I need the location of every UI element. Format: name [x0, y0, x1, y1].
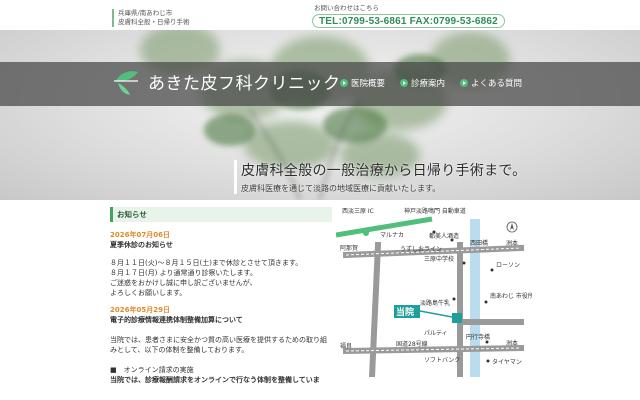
news-bullet: ■ オンライン請求の実施: [110, 366, 194, 374]
map-label-sumoto-2: 洲本: [506, 339, 518, 347]
arrow-circle-icon: [400, 79, 409, 87]
nav-label: よくある質問: [471, 79, 523, 89]
hero-banner: あきた皮フ科クリニック 医院概要 診療案内 よくある質問 皮膚科全般の一般治療か…: [0, 30, 640, 200]
tagline-sub: 皮膚科医療を通じて淡路の地域医療に貢献いたします。: [241, 184, 441, 193]
tagline-main: 皮膚科全般の一般治療から日帰り手術まで。: [241, 163, 527, 179]
clinic-name: あきた皮フ科クリニック: [148, 73, 341, 94]
arrow-circle-icon: [340, 79, 348, 87]
map-label-uzushio: うずしおライン: [400, 245, 442, 253]
nav-label: 診療案内: [411, 79, 446, 89]
map-label-anaga: 阿那賀: [340, 244, 358, 252]
map-label-paltie: パルティ: [424, 330, 448, 337]
map-label-school: 三原中学校: [424, 255, 454, 263]
news-date: 2026年05月29日: [110, 306, 170, 314]
clinic-marker: [452, 313, 462, 323]
news-body-line: 当院では、診療報酬請求をオンラインで行なう体制を整備していま: [110, 376, 320, 384]
news-body-line: 当院では、患者さまに安全かつ質の高い医療を提供するための取り組: [110, 336, 327, 344]
region-line-2: 皮膚科全般・日帰り手術: [118, 18, 190, 26]
clinic-logo[interactable]: あきた皮フ科クリニック: [112, 66, 341, 96]
news-title[interactable]: 電子的診療情報連携体制整備加算について: [110, 315, 332, 325]
contact-label: お問い合わせはこちら: [314, 4, 379, 12]
hero-tagline: 皮膚科全般の一般治療から日帰り手術まで。 皮膚科医療を通じて淡路の地域医療に貢献…: [234, 160, 526, 194]
contact-phone-box[interactable]: TEL:0799-53-6861 FAX:0799-53-6862: [312, 14, 505, 28]
arrow-circle-icon: [460, 79, 469, 87]
map-label-marunaka: マルナカ: [380, 232, 404, 239]
news-body-line: ご迷惑をおかけし誠に申し訳ございませんが、: [110, 279, 257, 287]
map-label-milk: 淡路島牛乳: [420, 299, 450, 307]
nav-label: 医院概要: [351, 79, 386, 89]
contact-phones[interactable]: TEL:0799-53-6861 FAX:0799-53-6862: [319, 16, 498, 27]
news-heading: お知らせ: [110, 207, 332, 222]
nav-clinic-overview[interactable]: 医院概要: [340, 77, 385, 89]
map-label-route28: 国道28号線: [396, 340, 428, 348]
map-label-sumoto-1: 洲本: [506, 239, 518, 247]
nav-treatment-info[interactable]: 診療案内: [400, 77, 445, 89]
news-body-line: ８月１１日(火)～８月１５日(土)まで休診とさせて頂きます。: [110, 259, 303, 267]
leaf-logo-icon: [114, 71, 138, 95]
news-date: 2026年07月06日: [110, 231, 170, 239]
global-nav: 医院概要 診療案内 よくある質問: [340, 77, 522, 89]
map-label-tireman: タイヤマン: [492, 358, 522, 366]
map-label-toshibijin: 都美人酒造: [429, 232, 459, 240]
map-label-enkoji: 円行寺橋: [466, 333, 490, 341]
ic-marker: [363, 230, 369, 236]
news-section: お知らせ 2026年07月06日 夏季休診のお知らせ ８月１１日(火)～８月１５…: [110, 207, 332, 385]
map-label-clinic: 当院: [396, 306, 414, 318]
region-info: 兵庫県/南あわじ市 皮膚科全般・日帰り手術: [112, 9, 190, 27]
map-label-expressway: 神戸淡路鳴門 自動車道: [404, 207, 466, 215]
news-body-line: よろしくお願いします。: [110, 289, 187, 297]
access-map[interactable]: 当院 西淡三原 IC 神戸淡路鳴門 自動車道 マルナカ 都美人酒造 西田橋 うず…: [336, 205, 532, 377]
map-label-ic: 西淡三原 IC: [342, 208, 374, 215]
map-label-city-hall: 南あわじ 市役所: [490, 292, 532, 300]
nav-faq[interactable]: よくある質問: [460, 77, 522, 89]
contact-info: お問い合わせはこちら TEL:0799-53-6861 FAX:0799-53-…: [312, 2, 505, 28]
news-body-line: ８月１７日(月) より通常通り診察いたします。: [110, 269, 257, 277]
top-info-bar: 兵庫県/南あわじ市 皮膚科全般・日帰り手術 お問い合わせはこちら TEL:079…: [0, 0, 640, 30]
news-body-line: みとして、以下の体制を整備しております。: [110, 346, 249, 354]
map-label-nishida-bridge: 西田橋: [470, 239, 488, 247]
news-title[interactable]: 夏季休診のお知らせ: [110, 240, 332, 250]
news-list: 2026年07月06日 夏季休診のお知らせ ８月１１日(火)～８月１５日(土)ま…: [110, 222, 332, 385]
map-label-softbank: ソフトバンク: [424, 357, 460, 364]
map-label-fukura: 福良: [340, 342, 352, 350]
map-label-lawson: ローソン: [496, 262, 520, 269]
region-line-1: 兵庫県/南あわじ市: [118, 9, 173, 17]
